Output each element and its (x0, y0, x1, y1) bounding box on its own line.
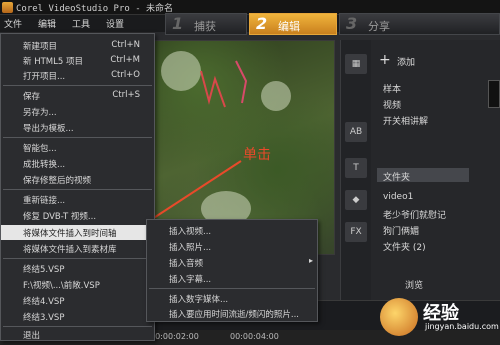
menu-item-insert-library[interactable]: 将媒体文件插入到素材库 ▸ (1, 241, 154, 256)
menu-item-relink[interactable]: 重新链接... (1, 192, 154, 207)
menu-item-export-template[interactable]: 导出为模板... (1, 120, 154, 135)
workflow-steps: 1 捕获 2 编辑 3 分享 (165, 13, 500, 35)
menu-edit[interactable]: 编辑 (38, 17, 56, 30)
window-title: Corel VideoStudio Pro - 未命名 (16, 4, 174, 14)
menu-file[interactable]: 文件 (4, 17, 22, 30)
media-icon[interactable]: ▦ (345, 54, 367, 74)
menu-item-open[interactable]: 打开项目... Ctrl+O (1, 68, 154, 83)
app-window: Corel VideoStudio Pro - 未命名 文件 编辑 工具 设置 … (0, 0, 500, 345)
menu-item-exit[interactable]: 退出 (1, 327, 154, 342)
app-logo-icon (2, 2, 13, 13)
menu-item-smart-package[interactable]: 智能包... (1, 140, 154, 155)
step-edit[interactable]: 2 编辑 (249, 13, 337, 35)
menu-item-new-project[interactable]: 新建项目 Ctrl+N (1, 38, 154, 53)
menu-item-insert-timeline[interactable]: 将媒体文件插入到时间轴 ▸ (1, 225, 154, 240)
insert-submenu: 插入视频... 插入照片... 插入音频 ▸ 插入字幕... 插入数字媒体...… (146, 219, 318, 322)
filter-icon[interactable]: FX (345, 222, 367, 242)
library-item[interactable]: 文件夹 (383, 170, 410, 183)
step-capture[interactable]: 1 捕获 (165, 13, 247, 35)
menu-separator (3, 85, 152, 86)
menu-separator (3, 137, 152, 138)
submenu-item-insert-audio[interactable]: 插入音频 ▸ (147, 255, 317, 270)
submenu-item-insert-video[interactable]: 插入视频... (147, 223, 317, 238)
menu-item-save[interactable]: 保存 Ctrl+S (1, 88, 154, 103)
graphic-icon[interactable]: ◆ (345, 190, 367, 210)
menu-tools[interactable]: 工具 (72, 17, 90, 30)
menu-item-recent-2[interactable]: F:\视频\...\前敞.VSP (1, 277, 154, 292)
menu-separator (3, 258, 152, 259)
menu-separator (149, 288, 315, 289)
chevron-right-icon: ▸ (308, 256, 313, 265)
transition-icon[interactable]: AB (345, 122, 367, 142)
menu-item-save-trimmed[interactable]: 保存修整后的视频 (1, 172, 154, 187)
menu-item-recent-1[interactable]: 终结5.VSP (1, 261, 154, 276)
submenu-item-insert-subtitle[interactable]: 插入字幕... (147, 271, 317, 286)
watermark-logo: 经验 jingyan.baidu.com (375, 295, 500, 345)
time-tick: 00:00:02:00 (150, 332, 199, 341)
menu-item-repair-dvbt[interactable]: 修复 DVB-T 视频... (1, 208, 154, 223)
plus-icon: + (379, 52, 391, 68)
menu-item-new-html5[interactable]: 新 HTML5 项目 Ctrl+M (1, 53, 154, 68)
annotation-text: 单击 (243, 147, 271, 163)
library-item[interactable]: 开关相讲解 (383, 114, 428, 127)
watermark-icon (380, 298, 418, 336)
submenu-item-insert-digital[interactable]: 插入数字媒体... (147, 291, 317, 306)
menu-item-recent-4[interactable]: 终结3.VSP (1, 309, 154, 324)
browse-button[interactable]: 浏览 (405, 278, 423, 291)
thumbnail[interactable] (488, 80, 500, 108)
library-side-bar: ▦ AB T ◆ FX (341, 40, 371, 340)
menu-settings[interactable]: 设置 (106, 17, 124, 30)
menu-item-batch-convert[interactable]: 成批转换... (1, 156, 154, 171)
title-icon[interactable]: T (345, 158, 367, 178)
menu-item-save-as[interactable]: 另存为... (1, 104, 154, 119)
step-share[interactable]: 3 分享 (339, 13, 500, 35)
library-item[interactable]: 文件夹 (2) (383, 240, 426, 253)
submenu-item-insert-photo[interactable]: 插入照片... (147, 239, 317, 254)
library-item[interactable]: 样本 (383, 82, 401, 95)
file-menu: 新建项目 Ctrl+N 新 HTML5 项目 Ctrl+M 打开项目... Ct… (0, 33, 155, 341)
submenu-item-insert-timelapse[interactable]: 插入要应用时间流逝/频闪的照片... (147, 306, 317, 321)
time-tick: 00:00:04:00 (230, 332, 279, 341)
menu-separator (3, 189, 152, 190)
library-item[interactable]: 视频 (383, 98, 401, 111)
library-item[interactable]: 狗门俩媚 (383, 224, 419, 237)
library-item[interactable]: video1 (383, 192, 413, 202)
library-item[interactable]: 老少爷们就慰记 (383, 208, 446, 221)
menu-item-recent-3[interactable]: 终结4.VSP (1, 293, 154, 308)
